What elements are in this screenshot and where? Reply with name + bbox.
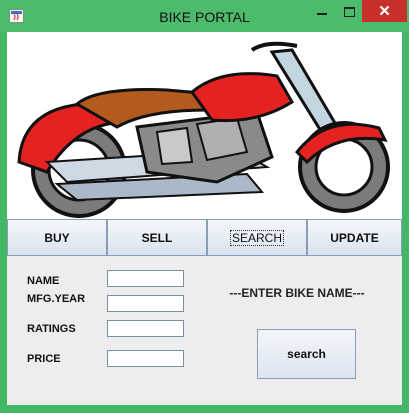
bike-image (7, 32, 402, 219)
search-button[interactable]: search (257, 329, 356, 379)
mfg-year-input[interactable] (107, 295, 184, 312)
minimize-button[interactable] (308, 0, 336, 22)
search-tab-label: SEARCH (229, 229, 285, 246)
close-button[interactable]: ✕ (362, 0, 407, 22)
price-label: PRICE (27, 353, 61, 365)
search-button-label: search (287, 347, 326, 361)
motorcycle-illustration (17, 41, 390, 218)
buy-button-label: BUY (44, 230, 70, 245)
name-label: NAME (27, 275, 60, 287)
menu-button-row: BUY SELL SEARCH UPDATE (7, 219, 402, 258)
title-bar[interactable]: BIKE PORTAL ✕ (0, 0, 409, 32)
close-icon: ✕ (378, 3, 391, 20)
ratings-label: RATINGS (27, 323, 76, 335)
main-panel: BUY SELL SEARCH UPDATE NAME MFG.YEAR RAT… (7, 32, 402, 405)
mfg-year-label: MFG.YEAR (27, 293, 86, 305)
ratings-input[interactable] (107, 320, 184, 337)
sell-button[interactable]: SELL (107, 219, 207, 256)
enter-bike-name-hint: ---ENTER BIKE NAME--- (229, 286, 365, 300)
sell-button-label: SELL (141, 230, 173, 245)
price-input[interactable] (107, 350, 184, 367)
window: BIKE PORTAL ✕ BUY SELL SEARCH UPDATE NAM… (0, 0, 409, 413)
update-button-label: UPDATE (330, 230, 379, 245)
buy-button[interactable]: BUY (7, 219, 107, 256)
search-tab-button[interactable]: SEARCH (207, 219, 307, 256)
maximize-button[interactable] (336, 0, 362, 22)
update-button[interactable]: UPDATE (307, 219, 402, 256)
name-input[interactable] (107, 270, 184, 287)
search-form: NAME MFG.YEAR RATINGS PRICE ---ENTER BIK… (7, 258, 402, 405)
